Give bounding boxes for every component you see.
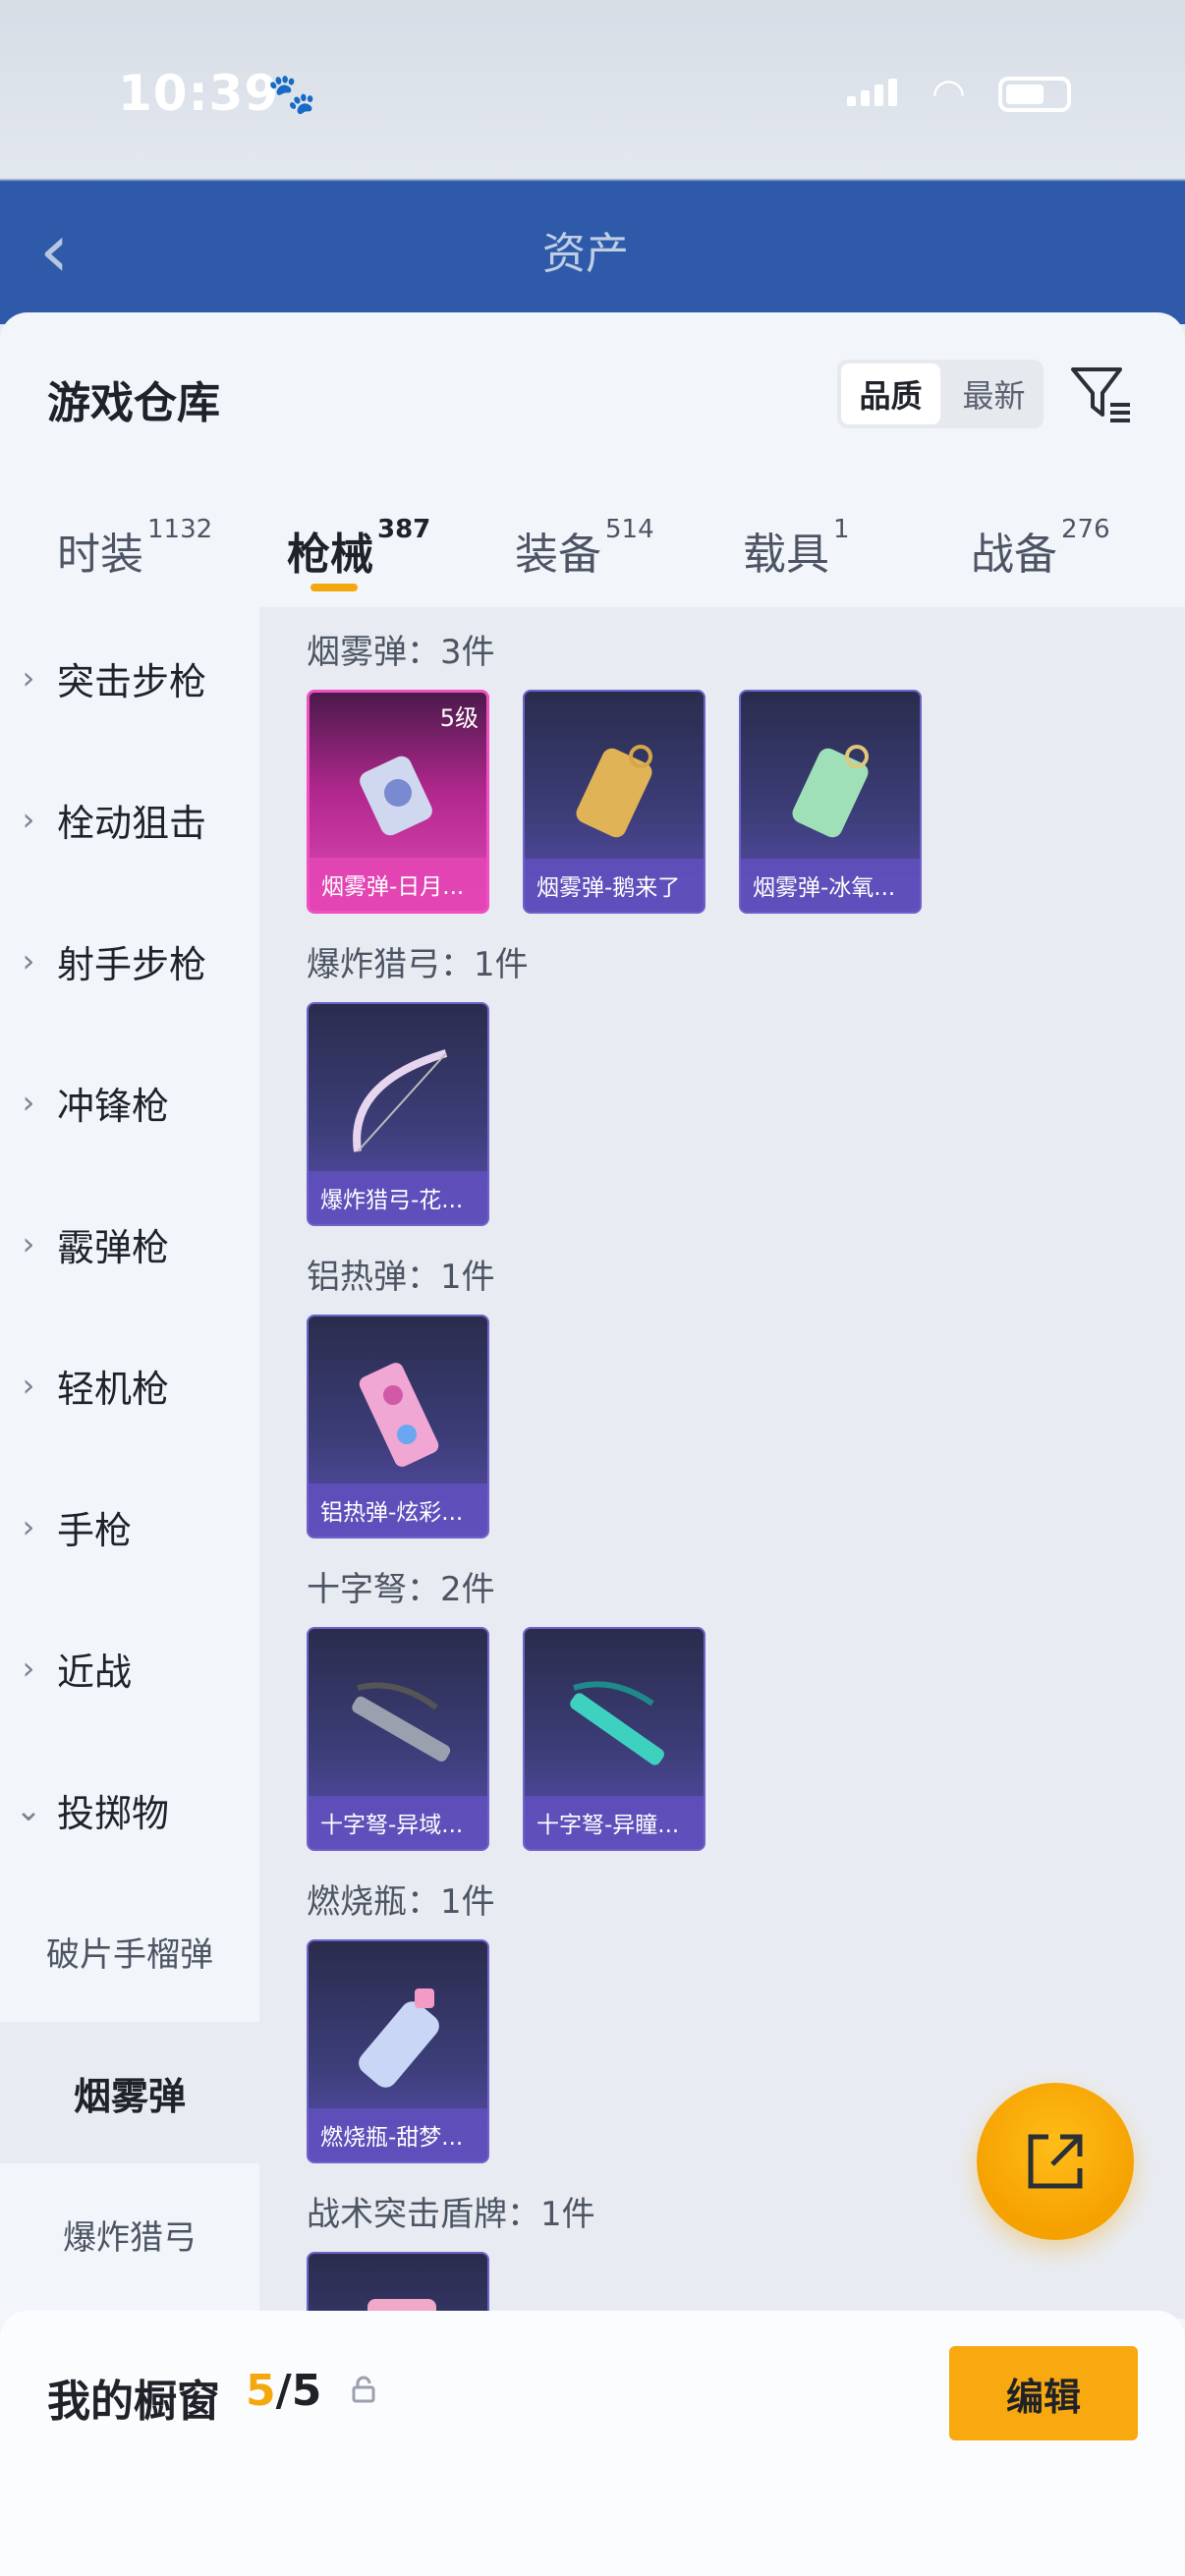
chevron-right-icon: ›: [22, 801, 35, 838]
sidebar-item-lmg[interactable]: › 轻机枪: [0, 1315, 259, 1456]
tab-battle-gear[interactable]: 战备 276: [971, 515, 1110, 582]
lock-icon: [352, 2376, 375, 2403]
thermite-art-icon: [359, 1363, 439, 1467]
item-grid-content: 烟雾弹：3件 5级 烟雾弹-日月... 烟雾弹-鹅来了 烟雾弹-冰氧... 爆炸: [259, 607, 1185, 2319]
showcase-title: 我的橱窗: [47, 2377, 220, 2427]
tab-equipment[interactable]: 装备 514: [515, 515, 654, 582]
sidebar-item-shotgun[interactable]: › 霰弹枪: [0, 1173, 259, 1315]
sidebar-item-bolt-sniper[interactable]: › 栓动狙击: [0, 749, 259, 890]
chevron-down-icon: ⌄: [15, 1791, 42, 1828]
item-card[interactable]: 燃烧瓶-甜梦...: [307, 1939, 489, 2163]
sidebar-subitem-frag-grenade[interactable]: 破片手榴弹: [0, 1880, 259, 2022]
category-tabs: 时装 1132 枪械 387 装备 514 载具 1 战备 276: [0, 493, 1185, 611]
sidebar-item-marksman-rifle[interactable]: › 射手步枪: [0, 890, 259, 1032]
section-title: 爆炸猎弓：1件: [307, 945, 529, 984]
sidebar-item-throwables[interactable]: ⌄ 投掷物: [0, 1739, 259, 1880]
section-title: 烟雾弹：3件: [307, 633, 495, 672]
smoke-grenade-art-icon: [576, 745, 652, 838]
active-tab-indicator: [310, 584, 358, 591]
blurred-profile-backdrop: 10:39 🐾 ◠ ‹ 资产: [0, 0, 1185, 324]
item-name: 烟雾弹-日月...: [310, 858, 486, 911]
bow-art-icon: [353, 1049, 448, 1152]
assets-title: 资产: [542, 229, 629, 279]
item-level-badge: 5级: [439, 704, 479, 732]
paw-icon: 🐾: [267, 72, 316, 117]
chevron-right-icon: ›: [22, 1650, 35, 1687]
item-name: 十字弩-异瞳...: [525, 1796, 704, 1849]
crossbow-art-icon: [570, 1681, 664, 1765]
section-title: 燃烧瓶：1件: [307, 1882, 495, 1922]
item-name: 铝热弹-炫彩...: [309, 1484, 487, 1537]
section-title: 十字弩：2件: [307, 1570, 495, 1609]
edit-button[interactable]: 编辑: [949, 2346, 1138, 2440]
warehouse-panel: 游戏仓库 品质 最新 时装 1132 枪械 387 装备 514 载具 1 战备 276 …: [0, 312, 1185, 2576]
sidebar-item-pistol[interactable]: › 手枪: [0, 1456, 259, 1597]
wifi-icon: ◠: [931, 71, 966, 116]
section-title: 铝热弹：1件: [307, 1258, 495, 1297]
item-card[interactable]: 5级 烟雾弹-日月...: [307, 690, 489, 914]
chevron-right-icon: ›: [22, 1367, 35, 1404]
back-chevron-icon[interactable]: ‹: [39, 206, 69, 294]
item-card[interactable]: 爆炸猎弓-花...: [307, 1002, 489, 1226]
sidebar-item-assault-rifle[interactable]: › 突击步枪: [0, 607, 259, 749]
item-card-partial[interactable]: [307, 2252, 489, 2319]
filter-icon[interactable]: [1067, 360, 1136, 428]
smoke-grenade-art-icon: [792, 745, 869, 838]
chevron-right-icon: ›: [22, 1225, 35, 1262]
chevron-right-icon: ›: [22, 942, 35, 980]
sidebar-subitem-explosive-bow[interactable]: 爆炸猎弓: [0, 2163, 259, 2305]
share-button[interactable]: [977, 2083, 1134, 2240]
page-title: 游戏仓库: [47, 378, 220, 428]
item-name: 烟雾弹-鹅来了: [525, 859, 704, 912]
sort-segmented-control[interactable]: 品质 最新: [837, 360, 1044, 428]
chevron-right-icon: ›: [22, 659, 35, 697]
item-name: 烟雾弹-冰氧...: [741, 859, 920, 912]
sort-latest[interactable]: 最新: [944, 360, 1044, 428]
chevron-right-icon: ›: [22, 1508, 35, 1545]
item-name: 燃烧瓶-甜梦...: [309, 2108, 487, 2161]
tab-vehicles[interactable]: 载具 1: [743, 515, 850, 582]
share-external-icon: [1028, 2134, 1083, 2189]
item-card[interactable]: 烟雾弹-冰氧...: [739, 690, 922, 914]
item-card[interactable]: 烟雾弹-鹅来了: [523, 690, 705, 914]
chevron-right-icon: ›: [22, 1084, 35, 1121]
status-time: 10:39: [118, 65, 280, 122]
weapon-category-sidebar: › 突击步枪 › 栓动狙击 › 射手步枪 › 冲锋枪 › 霰弹枪 › 轻机枪 › 手枪 › 近战…: [0, 607, 259, 2319]
item-card[interactable]: 十字弩-异瞳...: [523, 1627, 705, 1851]
sidebar-item-melee[interactable]: › 近战: [0, 1597, 259, 1739]
tab-fashion[interactable]: 时装 1132: [57, 515, 212, 582]
sidebar-item-smg[interactable]: › 冲锋枪: [0, 1032, 259, 1173]
item-name: 爆炸猎弓-花...: [309, 1171, 487, 1224]
item-card[interactable]: 十字弩-异域...: [307, 1627, 489, 1851]
smoke-grenade-art-icon: [360, 756, 432, 836]
item-name: 十字弩-异域...: [309, 1796, 487, 1849]
signal-icon: [847, 79, 897, 106]
status-bar: 10:39 🐾 ◠: [0, 57, 1185, 126]
item-card[interactable]: 铝热弹-炫彩...: [307, 1315, 489, 1539]
crossbow-art-icon: [352, 1682, 451, 1762]
battery-icon: [998, 77, 1071, 112]
sidebar-subitem-smoke-grenade[interactable]: 烟雾弹: [0, 2022, 259, 2163]
molotov-art-icon: [359, 1988, 439, 2088]
showcase-bar: 我的橱窗 5/5 编辑: [0, 2311, 1185, 2576]
sort-quality[interactable]: 品质: [841, 364, 940, 424]
section-title: 战术突击盾牌：1件: [307, 2195, 595, 2234]
showcase-count: 5/5: [246, 2366, 322, 2416]
tab-guns[interactable]: 枪械 387: [287, 515, 430, 582]
